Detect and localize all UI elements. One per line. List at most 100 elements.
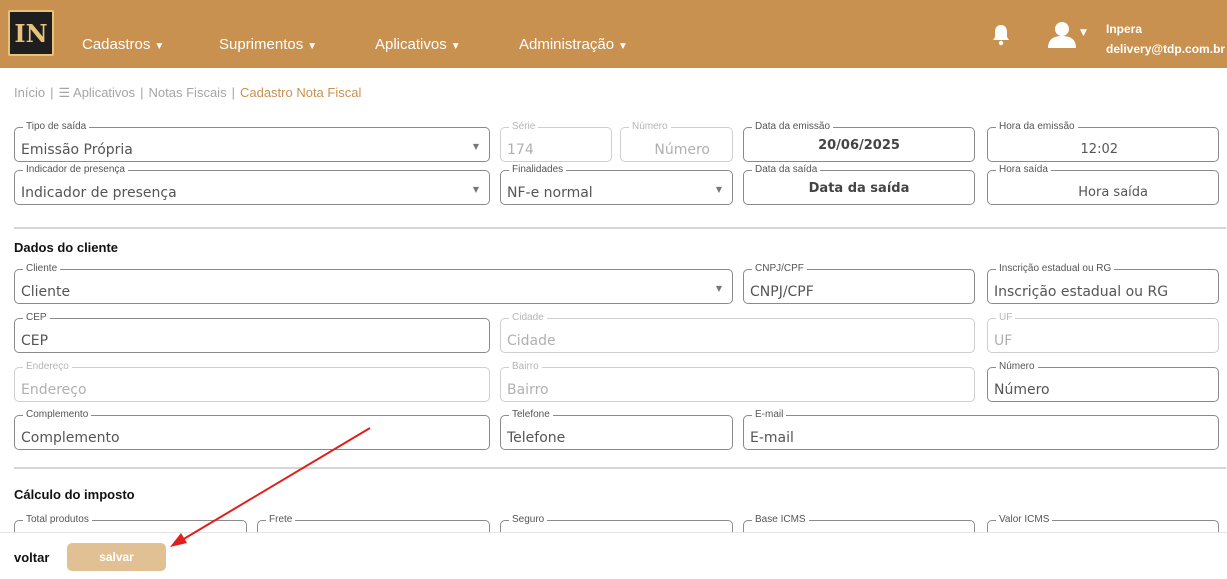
field-label: CNPJ/CPF	[752, 263, 807, 275]
finalidades-select[interactable]: Finalidades NF-e normal ▼	[500, 164, 733, 205]
field-label: Data da emissão	[752, 121, 834, 133]
cnpj-cpf-input[interactable]: CNPJ/CPF CNPJ/CPF	[743, 263, 975, 304]
section-title-cliente: Dados do cliente	[14, 240, 119, 255]
field-label: Indicador de presença	[23, 164, 128, 176]
endereco-input: Endereço Endereço	[14, 361, 490, 402]
bell-icon[interactable]	[991, 24, 1011, 46]
field-label: Data da saída	[752, 164, 821, 176]
field-placeholder: UF	[994, 333, 1013, 349]
field-placeholder: E-mail	[750, 430, 794, 446]
user-email: delivery@tdp.com.br	[1106, 42, 1226, 56]
inscricao-estadual-input[interactable]: Inscrição estadual ou RG Inscrição estad…	[987, 263, 1219, 304]
tipo-saida-select[interactable]: Tipo de saída Emissão Própria ▼	[14, 121, 490, 162]
field-label: UF	[996, 312, 1016, 324]
field-label: Frete	[266, 514, 296, 526]
nav-aplicativos[interactable]: Aplicativos ▼	[375, 36, 461, 53]
nav-label: Suprimentos	[219, 36, 304, 53]
field-label: CEP	[23, 312, 50, 324]
salvar-button[interactable]: salvar	[67, 543, 166, 571]
field-label: Valor ICMS	[996, 514, 1053, 526]
field-label: Complemento	[23, 409, 92, 421]
top-navbar: IN Cadastros ▼ Suprimentos ▼ Aplicativos ▼ …	[0, 0, 1227, 68]
field-value: NF-e normal	[507, 185, 593, 201]
data-saida-field[interactable]: Data da saída Data da saída	[743, 164, 975, 205]
numero-endereco-input[interactable]: Número Número	[987, 361, 1219, 402]
field-placeholder: Cidade	[507, 333, 556, 349]
breadcrumb-current: Cadastro Nota Fiscal	[239, 85, 362, 100]
field-label: Tipo de saída	[23, 121, 90, 133]
breadcrumb-separator: |	[231, 85, 235, 100]
nav-administracao[interactable]: Administração ▼	[519, 36, 628, 53]
nav-label: Aplicativos	[375, 36, 447, 53]
field-placeholder: Indicador de presença	[21, 185, 177, 201]
email-input[interactable]: E-mail E-mail	[743, 409, 1219, 450]
dropdown-arrow-icon: ▼	[472, 142, 479, 151]
cep-input[interactable]: CEP CEP	[14, 312, 490, 353]
field-placeholder: CEP	[21, 333, 49, 349]
field-label: E-mail	[752, 409, 787, 421]
cliente-select[interactable]: Cliente Cliente ▼	[14, 263, 733, 304]
breadcrumb-separator: |	[50, 85, 54, 100]
bairro-input: Bairro Bairro	[500, 361, 975, 402]
field-label: Série	[509, 121, 539, 133]
field-label: Total produtos	[23, 514, 92, 526]
nav-label: Cadastros	[82, 36, 151, 53]
field-label: Bairro	[509, 361, 542, 373]
action-footer: voltar salvar	[0, 532, 1227, 579]
nav-label: Administração	[519, 36, 615, 53]
field-label: Inscrição estadual ou RG	[996, 263, 1115, 275]
section-divider	[14, 227, 1226, 229]
data-emissao-field[interactable]: Data da emissão 20/06/2025	[743, 121, 975, 162]
caret-down-icon: ▼	[154, 41, 165, 52]
indicador-presenca-select[interactable]: Indicador de presença Indicador de prese…	[14, 164, 490, 205]
breadcrumb-separator: |	[140, 85, 144, 100]
breadcrumb: Início | ☰ Aplicativos | Notas Fiscais | Cadas…	[14, 85, 361, 101]
voltar-link[interactable]: voltar	[14, 550, 49, 565]
user-menu-caret-icon[interactable]: ▼	[1080, 28, 1087, 38]
dropdown-arrow-icon: ▼	[472, 185, 479, 194]
field-label: Hora saída	[996, 164, 1051, 176]
user-avatar-icon[interactable]	[1046, 20, 1078, 48]
field-label: Cliente	[23, 263, 61, 275]
field-label: Número	[629, 121, 671, 133]
field-value: 12:02	[1080, 142, 1118, 157]
field-placeholder: Hora saída	[1078, 185, 1148, 200]
field-label: Hora da emissão	[996, 121, 1078, 133]
nav-suprimentos[interactable]: Suprimentos ▼	[219, 36, 317, 53]
field-label: Finalidades	[509, 164, 567, 176]
breadcrumb-aplicativos[interactable]: ☰ Aplicativos	[58, 85, 135, 100]
user-name: Inpera	[1106, 22, 1143, 36]
section-divider	[14, 467, 1226, 469]
field-value: Emissão Própria	[21, 142, 133, 158]
field-placeholder: Inscrição estadual ou RG	[994, 284, 1169, 300]
field-placeholder: Endereço	[21, 382, 87, 398]
nav-cadastros[interactable]: Cadastros ▼	[82, 36, 164, 53]
hora-emissao-field[interactable]: Hora da emissão 12:02	[987, 121, 1219, 162]
field-value: 174	[507, 142, 534, 158]
field-label: Endereço	[23, 361, 72, 373]
cidade-input: Cidade Cidade	[500, 312, 975, 353]
caret-down-icon: ▼	[618, 41, 628, 52]
field-label: Número	[996, 361, 1038, 373]
dropdown-arrow-icon: ▼	[715, 284, 722, 293]
field-label: Base ICMS	[752, 514, 809, 526]
numero-nota-field: Número Número	[620, 121, 733, 162]
caret-down-icon: ▼	[307, 41, 318, 52]
breadcrumb-notas-fiscais[interactable]: Notas Fiscais	[149, 85, 227, 100]
breadcrumb-inicio[interactable]: Início	[14, 85, 45, 100]
dropdown-arrow-icon: ▼	[715, 185, 722, 194]
field-placeholder: Data da saída	[808, 181, 910, 196]
field-placeholder: CNPJ/CPF	[750, 284, 814, 300]
app-logo[interactable]: IN	[8, 10, 54, 56]
field-placeholder: Complemento	[21, 430, 120, 446]
complemento-input[interactable]: Complemento Complemento	[14, 409, 490, 450]
field-placeholder: Número	[994, 382, 1050, 398]
section-title-imposto: Cálculo do imposto	[14, 487, 135, 502]
field-placeholder: Telefone	[507, 430, 566, 446]
telefone-input[interactable]: Telefone Telefone	[500, 409, 733, 450]
logo-text: IN	[14, 18, 48, 48]
field-label: Telefone	[509, 409, 553, 421]
field-value: 20/06/2025	[818, 138, 900, 153]
hora-saida-field[interactable]: Hora saída Hora saída	[987, 164, 1219, 205]
uf-input: UF UF	[987, 312, 1219, 353]
